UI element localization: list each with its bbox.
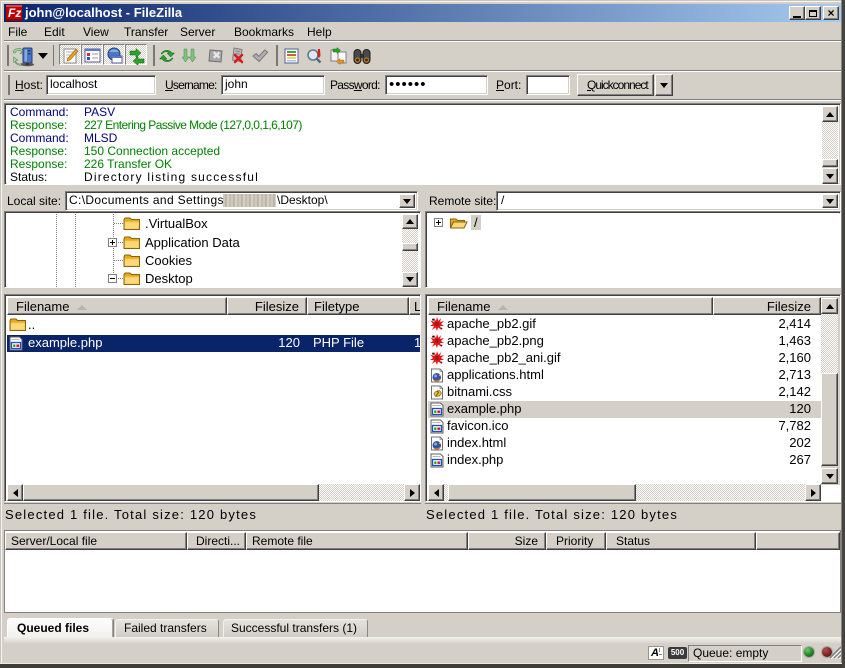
svg-text:Fz: Fz xyxy=(8,6,21,20)
